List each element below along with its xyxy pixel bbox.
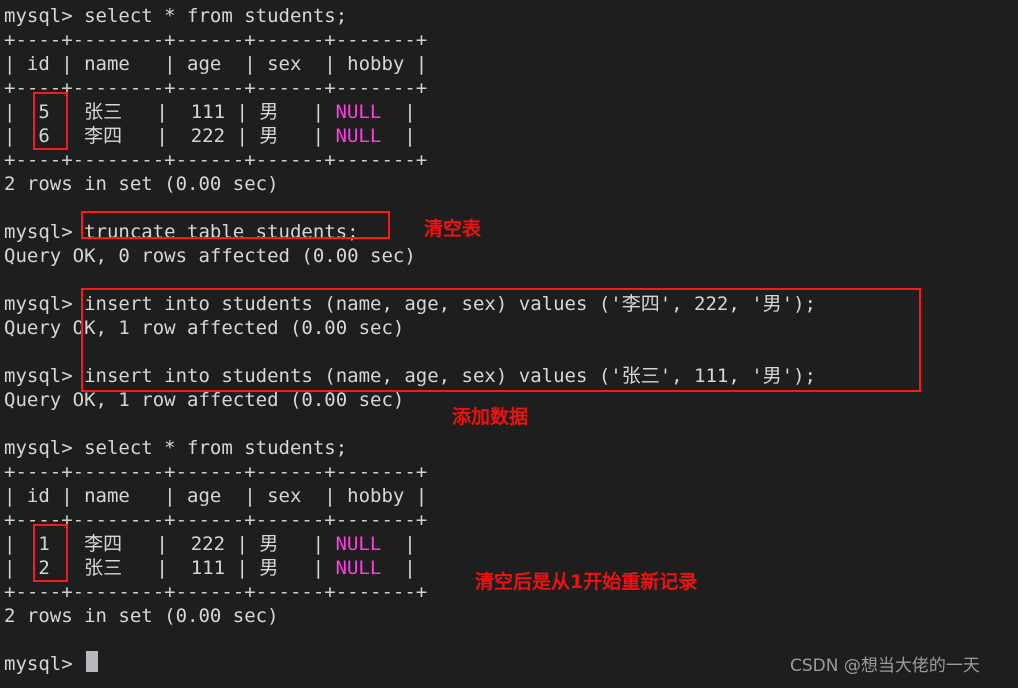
query-status: Query OK, 1 row affected (0.00 sec) (4, 317, 405, 339)
terminal-line: +----+--------+------+------+-------+ (4, 77, 428, 99)
row-prefix: | 5 | 张三 | 111 | 男 | (4, 101, 336, 123)
insert-command-line: mysql> insert into students (name, age, … (4, 293, 816, 315)
terminal-window[interactable]: mysql> select * from students; +----+---… (0, 0, 1018, 688)
null-value: NULL (335, 125, 382, 147)
table-header-row: | id | name | age | sex | hobby | (4, 53, 428, 75)
table-row: | 5 | 张三 | 111 | 男 | NULL | (4, 100, 1018, 124)
row-suffix: | (381, 125, 416, 147)
row-suffix: | (381, 533, 416, 555)
terminal-line: +----+--------+------+------+-------+ (4, 461, 428, 483)
row-prefix: | 6 | 李四 | 222 | 男 | (4, 125, 336, 147)
terminal-line: mysql> select * from students; (4, 437, 348, 459)
row-prefix: | 1 | 李四 | 222 | 男 | (4, 533, 336, 555)
result-status: 2 rows in set (0.00 sec) (4, 605, 279, 627)
truncate-command-line: mysql> truncate table students; (4, 221, 359, 243)
result-status: 2 rows in set (0.00 sec) (4, 173, 279, 195)
terminal-line: +----+--------+------+------+-------+ (4, 509, 428, 531)
table-row: | 1 | 李四 | 222 | 男 | NULL | (4, 532, 1018, 556)
row-suffix: | (381, 101, 416, 123)
table-row: | 6 | 李四 | 222 | 男 | NULL | (4, 124, 1018, 148)
terminal-line: mysql> select * from students; (4, 5, 348, 27)
table-header-row: | id | name | age | sex | hobby | (4, 485, 428, 507)
null-value: NULL (335, 533, 382, 555)
terminal-line: +----+--------+------+------+-------+ (4, 149, 428, 171)
truncate-note: 清空表 (424, 218, 482, 240)
row-suffix: | (381, 557, 416, 579)
null-value: NULL (335, 557, 382, 579)
row-prefix: | 2 | 张三 | 111 | 男 | (4, 557, 336, 579)
query-status: Query OK, 0 rows affected (0.00 sec) (4, 245, 416, 267)
insert-note: 添加数据 (452, 406, 529, 428)
watermark: CSDN @想当大佬的一天 (790, 656, 980, 676)
null-value: NULL (335, 101, 382, 123)
insert-command-line: mysql> insert into students (name, age, … (4, 365, 816, 387)
text-cursor (86, 651, 98, 672)
reset-note: 清空后是从1开始重新记录 (475, 571, 698, 593)
terminal-line: +----+--------+------+------+-------+ (4, 29, 428, 51)
